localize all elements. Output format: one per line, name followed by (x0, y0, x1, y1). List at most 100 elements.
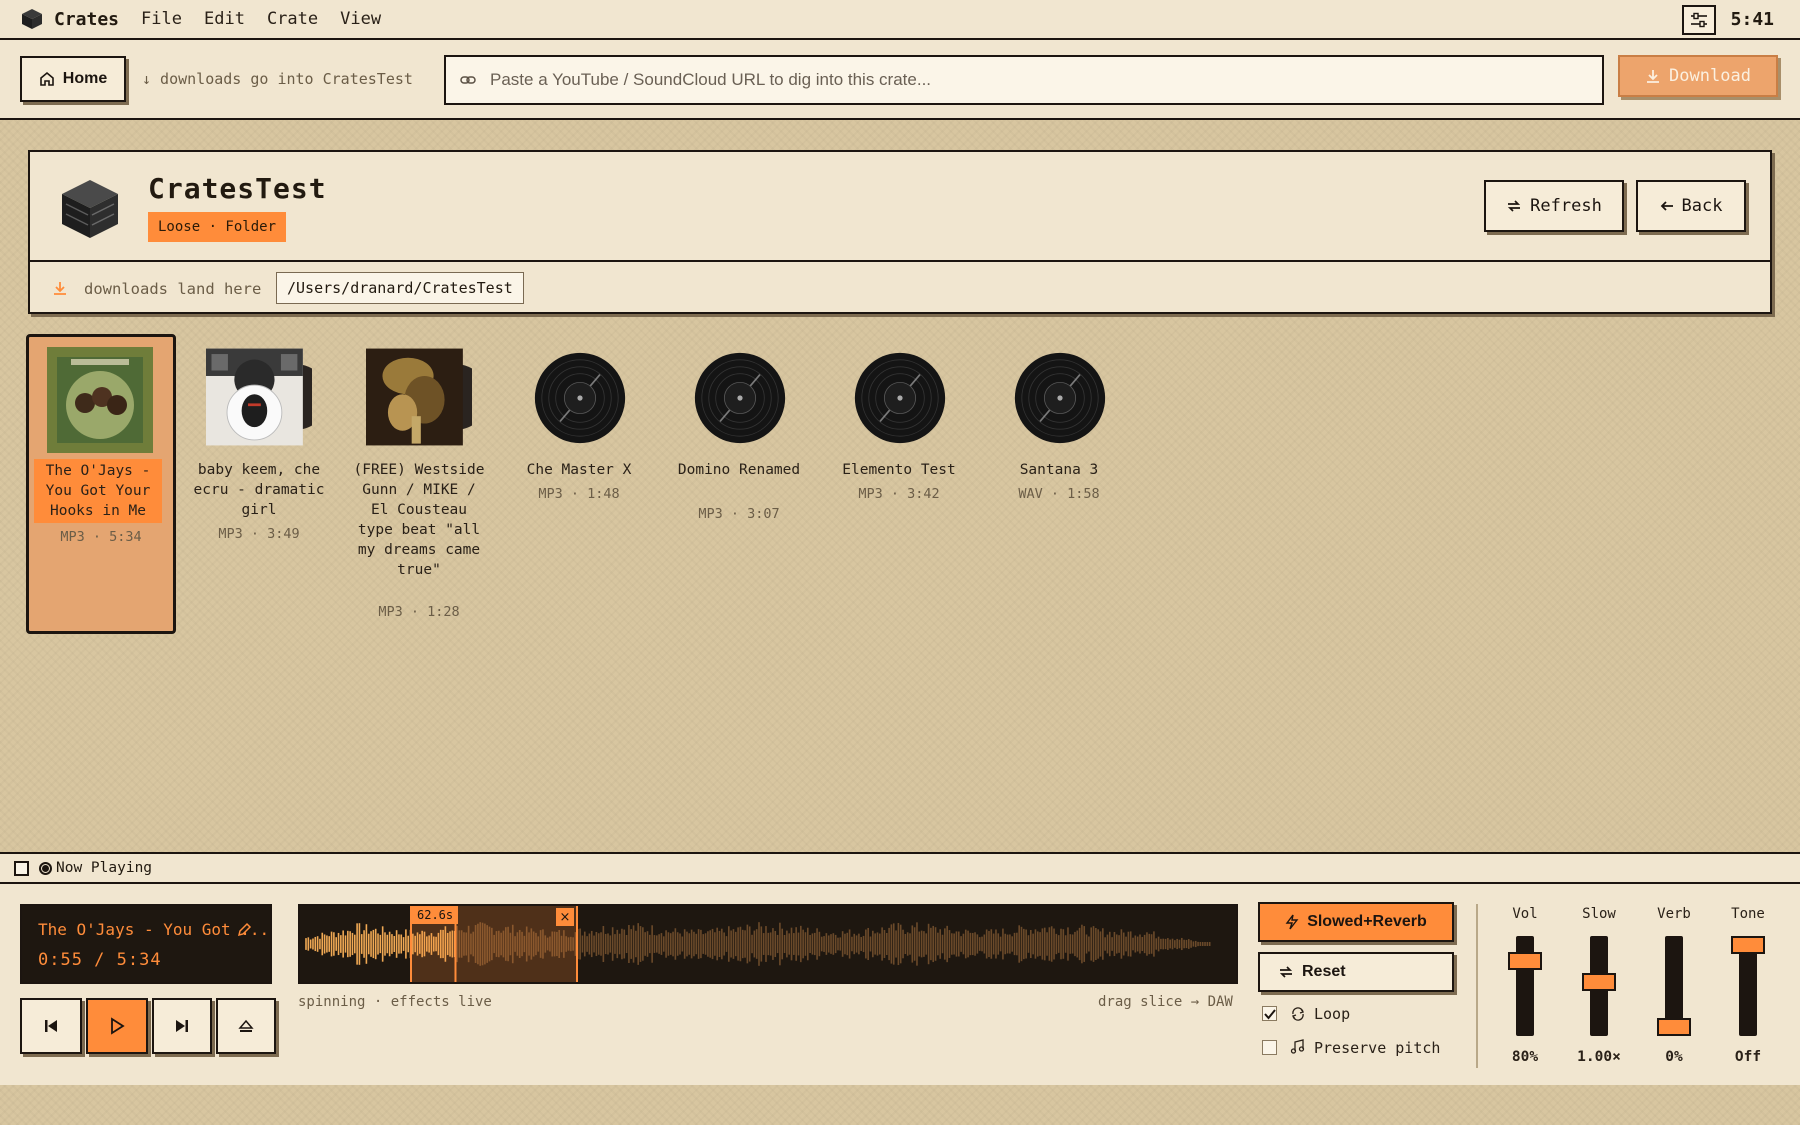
track-title: baby keem, che ecru - dramatic girl (193, 462, 325, 518)
clock: 5:41 (1730, 9, 1774, 30)
track-card[interactable]: Santana 3 WAV · 1:58 (984, 334, 1134, 634)
lightning-icon (1285, 914, 1299, 930)
url-input[interactable] (490, 70, 1590, 90)
vinyl-record-icon (1014, 352, 1106, 444)
track-card[interactable]: Elemento Test MP3 · 3:42 (824, 334, 974, 634)
menu-view[interactable]: View (340, 9, 381, 29)
verb-slider[interactable] (1657, 936, 1691, 1036)
waveform[interactable]: 62.6s × (298, 904, 1238, 984)
track-card[interactable]: Che Master X MP3 · 1:48 (504, 334, 654, 634)
track-meta: WAV · 1:58 (1018, 486, 1100, 502)
album-art (366, 348, 472, 446)
slider-label-tone: Tone (1731, 906, 1765, 922)
menu-file[interactable]: File (141, 9, 182, 29)
vol-slider[interactable] (1508, 936, 1542, 1036)
slow-slider[interactable] (1582, 936, 1616, 1036)
downloads-hint: ↓ downloads go into CratesTest (142, 70, 413, 88)
sliders-icon (1691, 12, 1707, 28)
track-display: The O'Jays - You Got ... 0:55 / 5:34 (20, 904, 272, 984)
download-button-label: Download (1669, 66, 1751, 86)
home-button-label: Home (62, 70, 108, 87)
skip-forward-icon (176, 1020, 188, 1032)
crate-type-badge: Loose · Folder (148, 212, 287, 242)
track-title: The O'Jays - You Got Your Hooks in Me (34, 459, 162, 523)
back-button[interactable]: Back (1636, 180, 1746, 232)
previous-button[interactable] (20, 998, 82, 1054)
loop-label: Loop (1314, 1005, 1351, 1023)
link-icon (460, 76, 476, 84)
track-title: Santana 3 (1019, 462, 1099, 478)
collapse-checkbox[interactable] (14, 860, 29, 876)
track-card[interactable]: baby keem, che ecru - dramatic girl MP3 … (184, 334, 334, 634)
slice-close-button[interactable]: × (556, 908, 574, 926)
preserve-pitch-label: Preserve pitch (1314, 1039, 1441, 1057)
track-meta: MP3 · 3:42 (858, 486, 940, 502)
loop-checkbox[interactable] (1262, 1006, 1277, 1021)
reset-button[interactable]: Reset (1258, 952, 1454, 992)
menu-edit[interactable]: Edit (204, 9, 245, 29)
vinyl-record-icon (694, 352, 786, 444)
album-art (206, 348, 312, 446)
check-icon (1263, 1008, 1276, 1020)
slow-slider-thumb[interactable] (1582, 973, 1616, 991)
eject-icon (238, 1019, 254, 1032)
preserve-pitch-checkbox[interactable] (1262, 1040, 1277, 1055)
track-card[interactable]: (FREE) Westside Gunn / MIKE / El Coustea… (344, 334, 494, 634)
menu-crate[interactable]: Crate (267, 9, 318, 29)
track-card[interactable]: The O'Jays - You Got Your Hooks in Me MP… (26, 334, 176, 634)
track-title: Che Master X (526, 462, 632, 478)
slider-value-tone: Off (1734, 1049, 1762, 1065)
track-title: (FREE) Westside Gunn / MIKE / El Coustea… (353, 462, 485, 578)
vinyl-record-icon (854, 352, 946, 444)
next-button[interactable] (152, 998, 212, 1054)
vol-slider-thumb[interactable] (1508, 952, 1542, 970)
menubar: Crates File Edit Crate View 5:41 (0, 0, 1800, 40)
slowed-reverb-button[interactable]: Slowed+Reverb (1258, 902, 1454, 942)
playing-indicator-icon (39, 861, 52, 875)
music-note-icon (1290, 1039, 1305, 1054)
download-icon (1647, 70, 1660, 83)
crate-header-panel: CratesTest Loose · Folder Refresh Back d… (28, 150, 1772, 314)
track-meta: MP3 · 5:34 (60, 529, 142, 545)
track-meta: MP3 · 3:49 (218, 526, 300, 542)
tone-slider-thumb[interactable] (1731, 936, 1765, 954)
track-meta: MP3 · 1:48 (538, 486, 620, 502)
tone-slider[interactable] (1731, 936, 1765, 1036)
now-playing-bar: Now Playing (0, 852, 1800, 884)
verb-slider-thumb[interactable] (1657, 1018, 1691, 1036)
back-button-label: Back (1681, 196, 1723, 216)
vinyl-record-icon (534, 352, 626, 444)
eject-button[interactable] (216, 998, 276, 1054)
album-art (47, 347, 153, 453)
track-title: Elemento Test (842, 462, 956, 478)
track-card[interactable]: Domino Renamed MP3 · 3:07 (664, 334, 814, 634)
track-meta: MP3 · 1:28 (378, 604, 460, 620)
track-title: Domino Renamed (677, 462, 801, 478)
crate-logo-icon (22, 9, 42, 29)
slider-label-verb: Verb (1657, 906, 1691, 922)
refresh-icon (1279, 966, 1293, 978)
home-button[interactable]: Home (20, 56, 126, 102)
crate-path[interactable]: /Users/dranard/CratesTest (276, 272, 524, 304)
slider-value-vol: 80% (1511, 1049, 1539, 1065)
url-input-box[interactable] (444, 55, 1604, 105)
home-icon (39, 71, 54, 86)
crate-icon (62, 180, 118, 238)
playback-time: 0:55 / 5:34 (38, 950, 162, 970)
drag-hint: drag slice → DAW (1098, 994, 1233, 1010)
skip-back-icon (45, 1020, 57, 1032)
arrow-left-icon (1660, 201, 1673, 211)
pencil-icon[interactable] (236, 922, 252, 938)
download-button[interactable]: Download (1618, 55, 1778, 97)
app-name: Crates (54, 8, 120, 30)
play-icon (111, 1017, 125, 1035)
refresh-button[interactable]: Refresh (1484, 180, 1624, 232)
now-playing-title: The O'Jays - You Got ... (38, 920, 270, 939)
slider-label-slow: Slow (1582, 906, 1616, 922)
playback-status: spinning · effects live (298, 994, 492, 1010)
downloads-land-label: downloads land here (84, 280, 262, 298)
refresh-icon (1508, 200, 1521, 212)
play-button[interactable] (86, 998, 148, 1054)
settings-toggle-button[interactable] (1682, 5, 1716, 35)
crate-header: CratesTest Loose · Folder Refresh Back (30, 152, 1770, 262)
